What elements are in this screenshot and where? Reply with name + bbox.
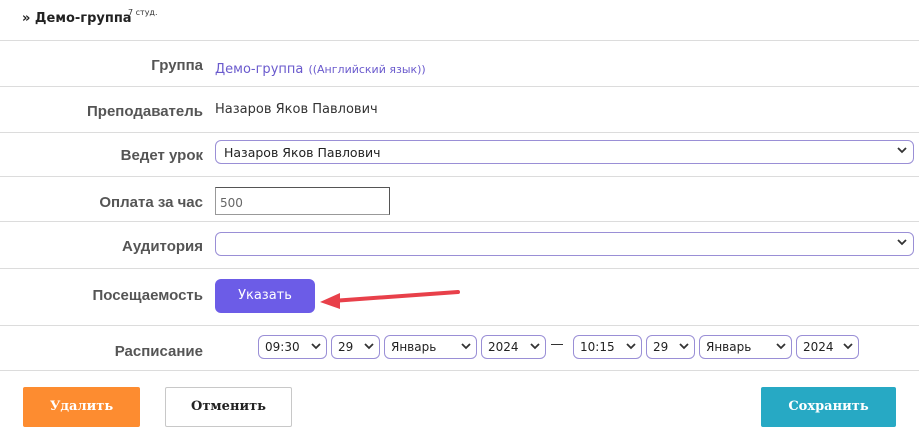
start-time-select[interactable]: 09:30 [258, 335, 327, 359]
end-month-value: Январь [706, 340, 752, 354]
start-year-select[interactable]: 2024 [481, 335, 546, 359]
rate-input[interactable]: 500 [215, 187, 390, 215]
start-day-select[interactable]: 29 [331, 335, 380, 359]
chevron-down-icon [311, 341, 321, 351]
label-group: Группа [151, 57, 203, 74]
start-time-value: 09:30 [265, 340, 300, 354]
start-day-value: 29 [338, 340, 354, 354]
delete-button[interactable]: Удалить [23, 387, 140, 427]
row-lesson-by: Ведет урок Назаров Яков Павлович [0, 133, 919, 177]
label-lesson-by: Ведет урок [120, 147, 203, 164]
label-room: Аудитория [122, 238, 203, 255]
lesson-by-select[interactable]: Назаров Яков Павлович [215, 140, 914, 164]
label-attendance: Посещаемость [92, 287, 203, 304]
label-rate: Оплата за час [99, 194, 203, 211]
row-rate: Оплата за час 500 [0, 177, 919, 222]
room-select[interactable] [215, 232, 914, 256]
chevron-down-icon [530, 341, 540, 351]
chevron-down-icon [776, 341, 786, 351]
save-button[interactable]: Сохранить [761, 387, 896, 427]
group-value: Демо-группа ((Английский язык)) [215, 58, 426, 77]
end-year-select[interactable]: 2024 [796, 335, 859, 359]
label-teacher: Преподаватель [87, 103, 203, 120]
chevron-down-icon [364, 341, 374, 351]
chevron-down-icon [897, 145, 907, 155]
row-group: Группа Демо-группа ((Английский язык)) [0, 41, 919, 87]
cancel-button[interactable]: Отменить [165, 387, 292, 427]
row-room: Аудитория [0, 222, 919, 269]
row-schedule: Расписание 09:30 29 Январь 2024 10:15 29… [0, 326, 919, 371]
chevron-down-icon [461, 341, 471, 351]
red-arrow-icon [320, 290, 460, 309]
lesson-by-selected: Назаров Яков Павлович [224, 145, 381, 160]
range-separator [551, 344, 563, 345]
chevron-down-icon [626, 341, 636, 351]
chevron-down-icon [679, 341, 689, 351]
end-time-value: 10:15 [580, 340, 615, 354]
end-day-value: 29 [653, 340, 669, 354]
start-month-value: Январь [391, 340, 437, 354]
row-teacher: Преподаватель Назаров Яков Павлович [0, 87, 919, 133]
start-month-select[interactable]: Январь [384, 335, 477, 359]
end-day-select[interactable]: 29 [646, 335, 695, 359]
start-year-value: 2024 [488, 340, 519, 354]
teacher-value: Назаров Яков Павлович [215, 102, 378, 117]
end-month-select[interactable]: Январь [699, 335, 792, 359]
end-year-value: 2024 [803, 340, 834, 354]
group-link[interactable]: Демо-группа [215, 62, 303, 77]
page-header: » Демо-группа 7 студ. [0, 0, 919, 41]
group-title: » Демо-группа [22, 11, 132, 26]
group-subject-link[interactable]: ((Английский язык)) [308, 63, 425, 76]
end-time-select[interactable]: 10:15 [573, 335, 642, 359]
chevron-down-icon [897, 237, 907, 247]
set-attendance-button[interactable]: Указать [215, 279, 315, 313]
student-count: 7 студ. [128, 8, 158, 17]
chevron-down-icon [843, 341, 853, 351]
label-schedule: Расписание [114, 343, 203, 360]
